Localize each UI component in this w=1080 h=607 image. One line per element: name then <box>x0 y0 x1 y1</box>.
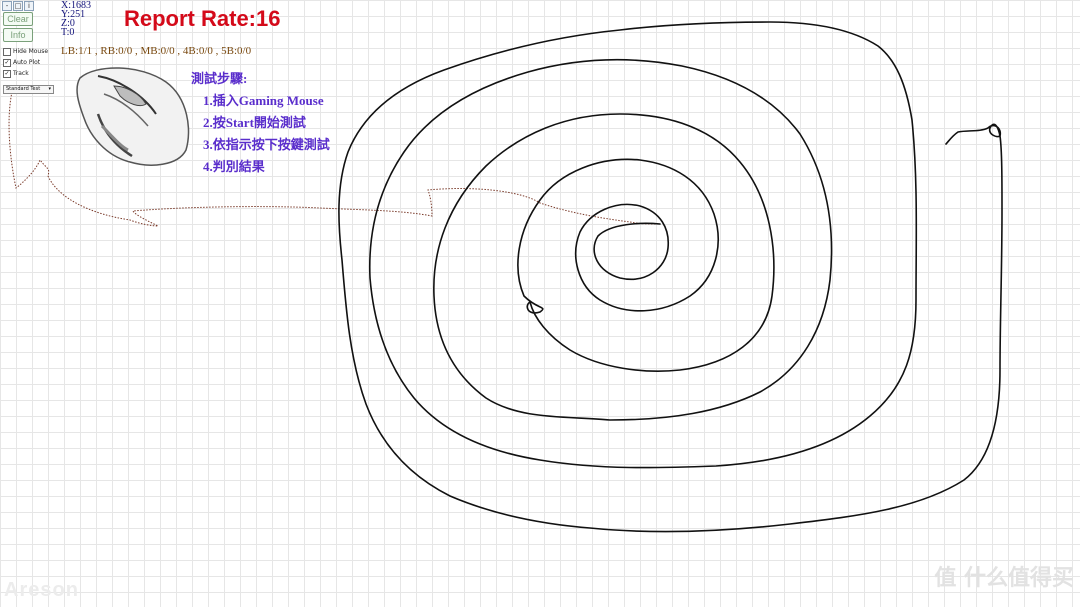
button-counts: LB:1/1 , RB:0/0 , MB:0/0 , 4B:0/0 , 5B:0… <box>61 45 252 57</box>
clear-button[interactable]: Clear <box>3 12 33 26</box>
minimize-button[interactable]: - <box>2 1 12 11</box>
auto-plot-label: Auto Plot <box>13 59 41 66</box>
track-checkbox[interactable]: ✓ <box>3 70 11 78</box>
trace-path-spiral <box>338 21 1003 533</box>
test-mode-value: Standard Test <box>6 86 41 92</box>
test-instructions: 測試步驟: 1.插入Gaming Mouse 2.按Start開始測試 3.依指… <box>191 68 330 178</box>
mouse-trace-canvas[interactable] <box>0 0 1080 607</box>
maximize-button[interactable]: □ <box>13 1 23 11</box>
t-readout: T:0 <box>61 27 75 38</box>
hide-mouse-label: Hide Mouse <box>13 48 49 55</box>
mouse-illustration-icon <box>76 67 190 166</box>
chevron-down-icon: ▾ <box>48 86 51 92</box>
coordinate-readout: X:1683 Y:251 Z:0 T:0 <box>61 1 91 38</box>
auto-plot-checkbox[interactable]: ✓ <box>3 59 11 67</box>
track-label: Track <box>13 70 29 77</box>
instruction-step: 1.插入Gaming Mouse <box>203 93 324 108</box>
site-watermark: 值 什么值得买 <box>934 566 1074 592</box>
window-controls: - □ i <box>2 1 34 11</box>
report-rate-title: Report Rate:16 <box>124 6 281 31</box>
info-button[interactable]: Info <box>3 28 33 42</box>
instructions-heading: 測試步驟: <box>191 71 248 86</box>
instruction-step: 3.依指示按下按鍵測試 <box>203 137 330 152</box>
track-option[interactable]: ✓ Track <box>3 70 29 78</box>
instruction-step: 2.按Start開始測試 <box>203 115 306 130</box>
hide-mouse-checkbox[interactable] <box>3 48 11 56</box>
auto-plot-option[interactable]: ✓ Auto Plot <box>3 59 40 67</box>
instruction-step: 4.判別結果 <box>203 159 265 174</box>
test-mode-select[interactable]: Standard Test ▾ <box>3 85 54 94</box>
hide-mouse-option[interactable]: Hide Mouse <box>3 48 48 56</box>
info-icon-button[interactable]: i <box>24 1 34 11</box>
site-watermark-text: 值 什么值得买 <box>934 566 1074 591</box>
areson-watermark: Areson <box>4 579 79 601</box>
